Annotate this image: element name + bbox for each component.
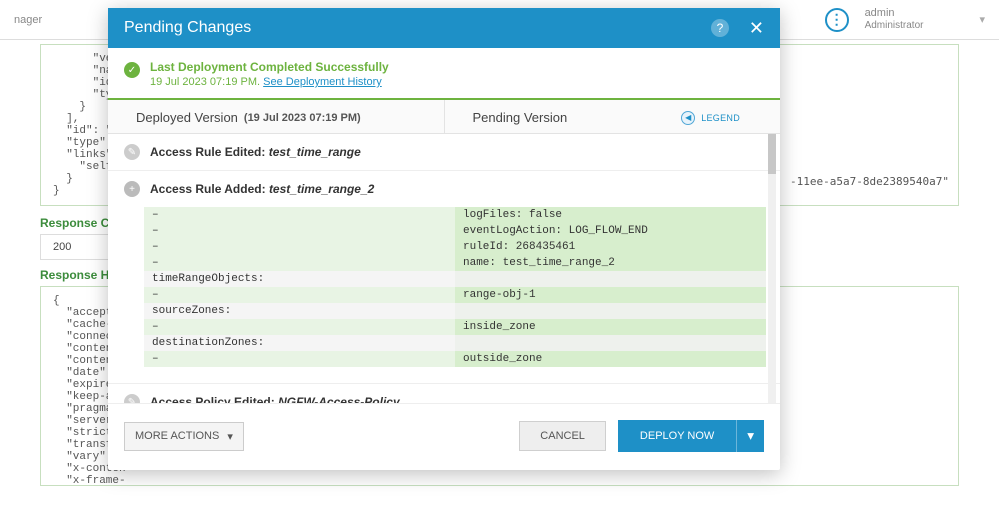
diff-left: destinationZones: xyxy=(144,335,455,351)
diff-right: inside_zone xyxy=(455,319,766,335)
banner-title: Last Deployment Completed Successfully xyxy=(150,60,389,74)
deployed-version-timestamp: (19 Jul 2023 07:19 PM) xyxy=(244,112,361,124)
see-history-link[interactable]: See Deployment History xyxy=(263,76,382,88)
chevron-down-icon: ▾ xyxy=(747,428,754,444)
version-columns-header: Deployed Version (19 Jul 2023 07:19 PM) … xyxy=(108,100,780,134)
code-fragment-row: -11ee-a5a7-8de2389540a7" xyxy=(790,175,949,188)
section-access-rule-added[interactable]: + Access Rule Added: test_time_range_2 xyxy=(108,171,780,207)
app-title-fragment: nager xyxy=(14,14,42,26)
deployed-version-label: Deployed Version xyxy=(136,110,238,125)
deploy-button-group: DEPLOY NOW ▾ xyxy=(618,420,764,452)
more-actions-button[interactable]: MORE ACTIONS ▾ xyxy=(124,422,244,451)
deploy-dropdown-button[interactable]: ▾ xyxy=(736,420,764,452)
diff-left: sourceZones: xyxy=(144,303,455,319)
deploy-now-button[interactable]: DEPLOY NOW xyxy=(618,420,736,452)
help-circle-icon[interactable]: ⋮ xyxy=(825,8,849,32)
status-code: 200 xyxy=(40,234,110,260)
section-access-rule-edited[interactable]: ✎ Access Rule Edited: test_time_range xyxy=(108,134,780,170)
cancel-button[interactable]: CANCEL xyxy=(519,421,606,451)
success-check-icon: ✓ xyxy=(124,62,140,78)
changes-list[interactable]: ✎ Access Rule Edited: test_time_range + … xyxy=(108,134,780,404)
diff-right: range-obj-1 xyxy=(455,287,766,303)
section-prefix: Access Policy Edited: xyxy=(150,395,275,404)
scrollbar-track[interactable] xyxy=(768,134,776,403)
more-actions-label: MORE ACTIONS xyxy=(135,430,219,442)
scrollbar-thumb[interactable] xyxy=(768,134,776,174)
added-icon: + xyxy=(124,181,140,197)
close-icon[interactable]: ✕ xyxy=(749,19,764,37)
user-role: Administrator xyxy=(865,20,924,32)
diff-right xyxy=(455,303,766,319)
legend-label[interactable]: LEGEND xyxy=(701,113,740,123)
modal-footer: MORE ACTIONS ▾ CANCEL DEPLOY NOW ▾ xyxy=(108,404,780,470)
diff-right: ruleId: 268435461 xyxy=(455,239,766,255)
modal-header: Pending Changes ? ✕ xyxy=(108,8,780,48)
policy-name: NGFW-Access-Policy xyxy=(278,395,400,404)
diff-left: – xyxy=(144,239,455,255)
diff-left: – xyxy=(144,207,455,223)
chevron-down-icon: ▾ xyxy=(227,430,233,443)
pending-changes-modal: Pending Changes ? ✕ ✓ Last Deployment Co… xyxy=(108,8,780,470)
diff-right: eventLogAction: LOG_FLOW_END xyxy=(455,223,766,239)
user-name: admin xyxy=(865,7,924,20)
diff-right: logFiles: false xyxy=(455,207,766,223)
diff-left: – xyxy=(144,319,455,335)
legend-toggle-icon[interactable]: ◀ xyxy=(681,111,695,125)
diff-right xyxy=(455,335,766,351)
deploy-status-banner: ✓ Last Deployment Completed Successfully… xyxy=(108,48,780,100)
diff-right xyxy=(455,271,766,287)
pending-version-label: Pending Version xyxy=(473,110,568,125)
banner-time: 19 Jul 2023 07:19 PM. xyxy=(150,76,260,88)
chevron-down-icon[interactable]: ▾ xyxy=(979,13,985,26)
diff-left: timeRangeObjects: xyxy=(144,271,455,287)
rule-name: test_time_range_2 xyxy=(269,182,374,196)
edited-icon: ✎ xyxy=(124,144,140,160)
diff-right: name: test_time_range_2 xyxy=(455,255,766,271)
edited-icon: ✎ xyxy=(124,394,140,404)
help-icon[interactable]: ? xyxy=(711,19,729,37)
user-menu[interactable]: admin Administrator xyxy=(865,7,924,32)
rule-name: test_time_range xyxy=(269,145,361,159)
section-access-policy-edited[interactable]: ✎ Access Policy Edited: NGFW-Access-Poli… xyxy=(108,384,780,404)
diff-block: –logFiles: false –eventLogAction: LOG_FL… xyxy=(108,207,780,375)
diff-left: – xyxy=(144,351,455,367)
diff-left: – xyxy=(144,255,455,271)
diff-right: outside_zone xyxy=(455,351,766,367)
diff-left: – xyxy=(144,223,455,239)
section-prefix: Access Rule Edited: xyxy=(150,145,265,159)
diff-left: – xyxy=(144,287,455,303)
modal-title: Pending Changes xyxy=(124,19,251,37)
section-prefix: Access Rule Added: xyxy=(150,182,266,196)
